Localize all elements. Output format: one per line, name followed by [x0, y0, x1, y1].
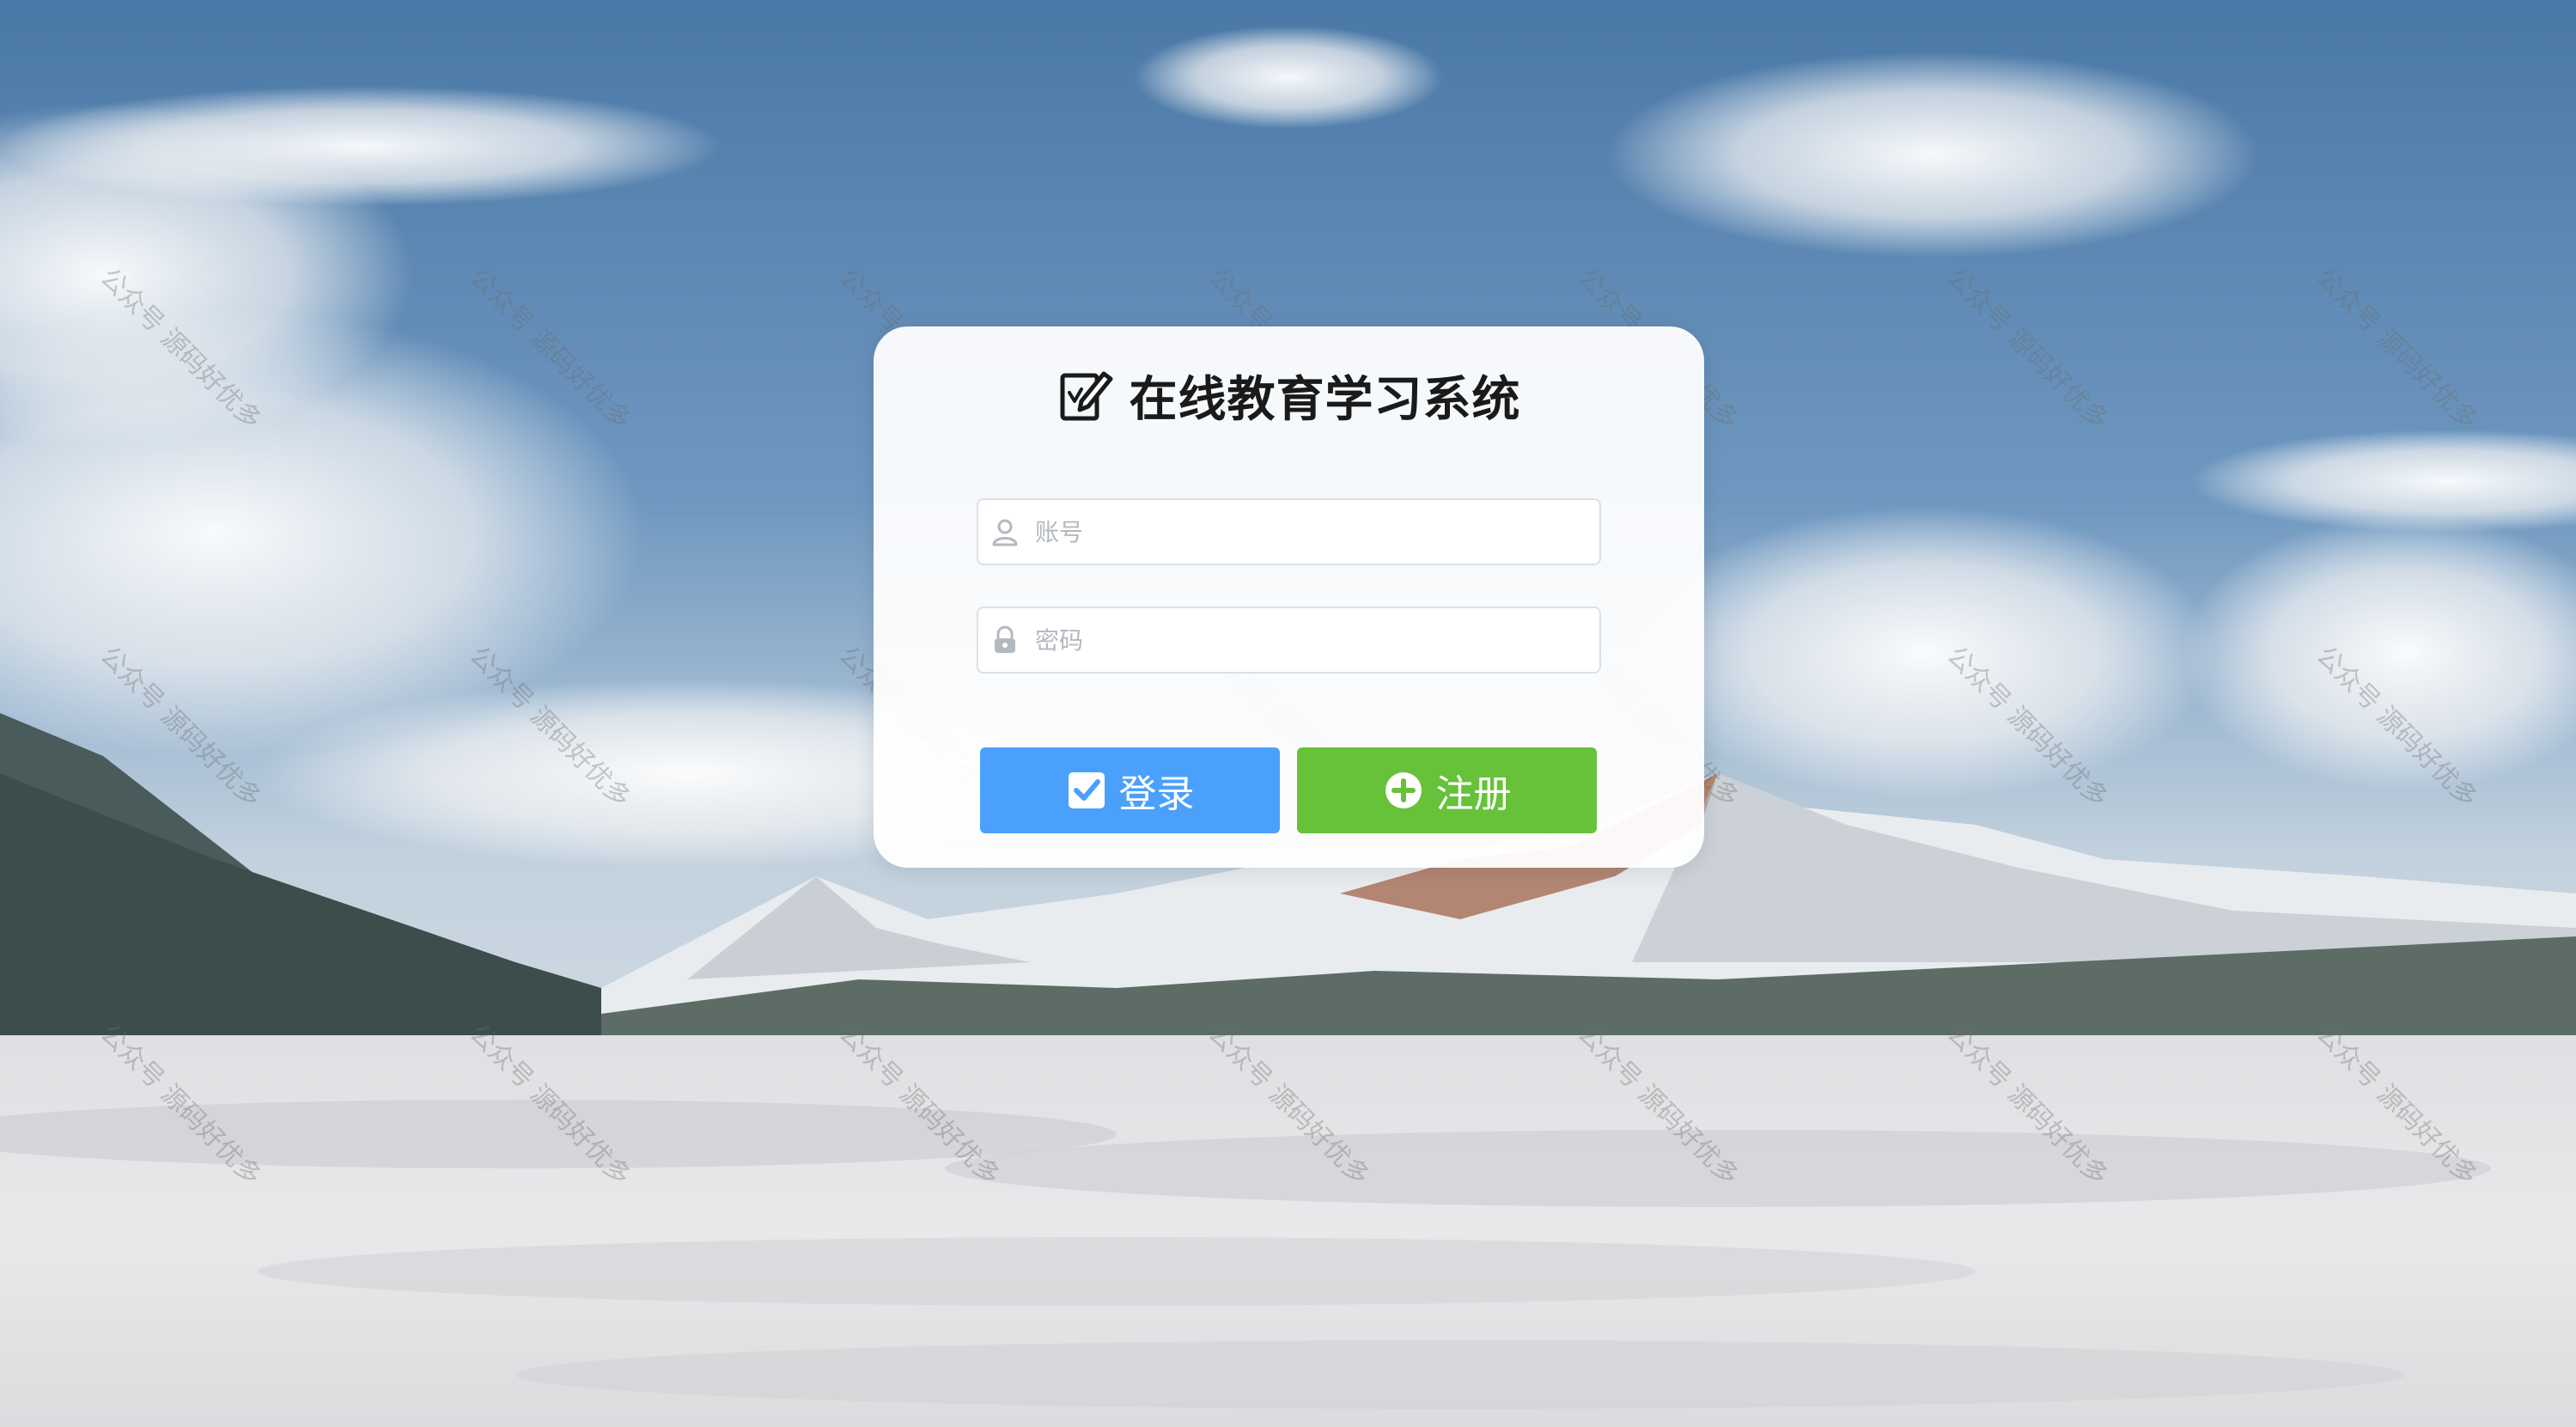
page-title: 在线教育学习系统 [1129, 371, 1521, 428]
user-icon [992, 519, 1018, 546]
login-page: 公众号 源码好优多 公众号 源码好优多 公众号 源码好优多 公众号 源码好优多 … [0, 0, 2576, 1427]
login-button[interactable]: 登录 [980, 747, 1280, 833]
password-input[interactable] [1033, 625, 1586, 656]
check-square-icon [1068, 772, 1105, 808]
account-input[interactable] [1033, 516, 1586, 547]
plus-circle-icon [1385, 772, 1422, 808]
title-row: 在线教育学习系统 [874, 361, 1704, 430]
register-button[interactable]: 注册 [1297, 747, 1597, 833]
register-label: 注册 [1435, 772, 1512, 816]
edit-note-icon [1060, 371, 1112, 421]
login-label: 登录 [1118, 772, 1195, 816]
account-field[interactable] [977, 498, 1601, 565]
lock-icon [995, 625, 1015, 653]
password-field[interactable] [977, 607, 1601, 674]
login-card: 在线教育学习系统 登录 [874, 326, 1704, 868]
